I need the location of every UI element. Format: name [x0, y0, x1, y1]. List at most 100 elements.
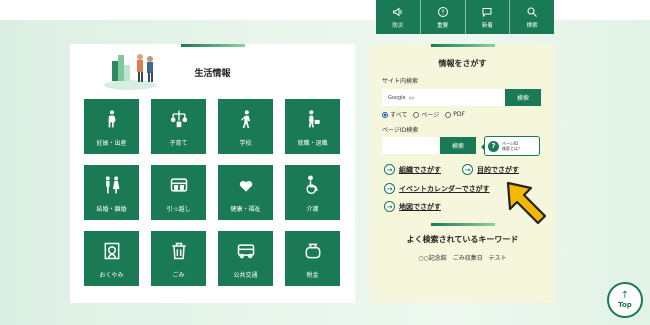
nav-new-button[interactable]: 新着: [464, 0, 510, 34]
pointer-arrow-icon: [506, 181, 547, 225]
tile-health[interactable]: 健康・福祉: [218, 165, 273, 220]
site-search-label: サイト内検索: [382, 78, 419, 85]
accent-line: [431, 44, 495, 47]
tile-label: 税金: [306, 272, 319, 279]
businessperson-icon: [308, 110, 320, 128]
link-text: 地図でさがす: [399, 202, 441, 211]
tile-label: 健康・福祉: [230, 206, 261, 213]
nav-search-button[interactable]: 検索: [509, 0, 554, 34]
help-line: 検索とは？: [502, 146, 522, 151]
tile-label: 介護: [306, 206, 319, 213]
radio-all[interactable]: すべて: [382, 110, 407, 119]
site-search-input[interactable]: Google 提供: [382, 89, 505, 106]
arrow-right-icon: →: [462, 164, 473, 175]
link-by-organization[interactable]: → 組織でさがす: [384, 164, 441, 175]
popular-keywords-title: よく検索されているキーワード: [406, 235, 519, 244]
chat-icon: [482, 7, 492, 17]
google-sub-text: 提供: [408, 95, 415, 100]
link-by-map[interactable]: → 地図でさがす: [384, 201, 441, 212]
bus-icon: [237, 244, 254, 259]
nav-label: 防災: [392, 22, 404, 29]
tile-garbage[interactable]: ごみ: [151, 231, 206, 286]
back-to-top-button[interactable]: ↑ Top: [607, 282, 643, 318]
radio-pdf[interactable]: PDF: [445, 111, 465, 118]
link-text: 組織でさがす: [399, 165, 441, 174]
keyword-link[interactable]: テスト: [489, 255, 507, 262]
tile-public-transport[interactable]: 公共交通: [218, 231, 273, 286]
tile-label: 就職・退職: [297, 140, 328, 147]
page-id-search-button[interactable]: 検索: [440, 137, 476, 154]
tile-moving[interactable]: 引っ越し: [151, 165, 206, 220]
trash-icon: [171, 242, 186, 260]
top-navigation: 防災 重要 新着 検索: [376, 0, 554, 34]
search-scope-radios: すべて ページ PDF: [382, 110, 471, 119]
nav-disaster-button[interactable]: 防災: [376, 0, 420, 34]
arrow-up-icon: ↑: [620, 290, 630, 301]
top-label: Top: [618, 301, 632, 309]
heart-hands-icon: [239, 180, 252, 192]
tooltip-tail: [481, 143, 485, 151]
tile-school[interactable]: 学校: [218, 99, 273, 154]
megaphone-icon: [392, 7, 402, 16]
link-text: イベントカレンダーでさがす: [399, 184, 490, 193]
life-info-panel: 生活情報 妊娠・出産 子育て 学校 就職・退職 結婚・離婚 引っ越し 健康・福祉…: [70, 44, 355, 303]
popular-keywords-list: ○○記念館 ごみ収集日 テスト: [370, 253, 555, 262]
accent-line: [431, 223, 495, 226]
nav-label: 検索: [526, 22, 538, 29]
page-id-input[interactable]: [382, 137, 438, 154]
mobile-toy-icon: [170, 110, 187, 128]
radio-label: ページ: [421, 112, 440, 119]
alert-icon: [437, 6, 448, 17]
site-search-button[interactable]: 検索: [505, 89, 541, 106]
help-text: ページID 検索とは？: [502, 141, 522, 151]
tile-condolence[interactable]: おくやみ: [84, 231, 139, 286]
radio-label: すべて: [390, 112, 408, 119]
arrow-right-icon: →: [384, 201, 395, 212]
arrow-right-icon: →: [384, 164, 395, 175]
pregnancy-icon: [108, 110, 115, 128]
life-info-title: 生活情報: [194, 69, 231, 79]
page-id-help-button[interactable]: ? ページID 検索とは？: [481, 136, 540, 156]
tile-label: 公共交通: [233, 272, 258, 279]
tile-label: 妊娠・出産: [96, 140, 127, 147]
page-id-label: ページID検索: [382, 127, 419, 134]
radio-dot: [445, 111, 452, 118]
nav-label: 重要: [437, 22, 449, 29]
search-panel-title: 情報をさがす: [438, 59, 487, 68]
arrow-right-icon: →: [384, 183, 395, 194]
tile-label: 子育て: [169, 140, 188, 147]
accent-line: [181, 44, 245, 47]
tile-nursing-care[interactable]: 介護: [285, 165, 340, 220]
nav-important-button[interactable]: 重要: [419, 0, 465, 34]
google-text: Google: [388, 94, 406, 101]
question-icon: ?: [488, 140, 499, 152]
link-by-purpose[interactable]: → 目的でさがす: [462, 164, 519, 175]
radio-label: PDF: [453, 111, 465, 118]
link-text: 目的でさがす: [477, 165, 519, 174]
tile-label: おくやみ: [99, 272, 124, 279]
wheelchair-icon: [305, 175, 318, 195]
tile-label: 引っ越し: [166, 206, 191, 213]
memorial-icon: [104, 242, 119, 260]
tile-label: 学校: [239, 140, 252, 147]
tile-childcare[interactable]: 子育て: [151, 99, 206, 154]
tile-employment[interactable]: 就職・退職: [285, 99, 340, 154]
radio-dot: [382, 111, 388, 118]
moving-truck-icon: [170, 178, 187, 192]
tile-marriage[interactable]: 結婚・離婚: [84, 165, 139, 220]
link-event-calendar[interactable]: → イベントカレンダーでさがす: [384, 183, 490, 194]
keyword-link[interactable]: ○○記念館: [418, 255, 446, 262]
search-icon: [527, 6, 538, 17]
radio-dot: [413, 111, 420, 118]
student-icon: [240, 110, 250, 129]
tile-tax[interactable]: 税金: [285, 231, 340, 286]
wallet-icon: [305, 243, 320, 259]
keyword-link[interactable]: ごみ収集日: [453, 255, 483, 262]
search-panel: 情報をさがす サイト内検索 Google 提供 検索 すべて ページ PDF ペ…: [370, 44, 555, 303]
couple-icon: [105, 176, 119, 194]
radio-page[interactable]: ページ: [413, 110, 439, 119]
tile-label: 結婚・離婚: [96, 206, 127, 213]
tile-pregnancy[interactable]: 妊娠・出産: [84, 99, 139, 154]
tile-label: ごみ: [172, 272, 185, 279]
nav-label: 新着: [481, 22, 493, 29]
